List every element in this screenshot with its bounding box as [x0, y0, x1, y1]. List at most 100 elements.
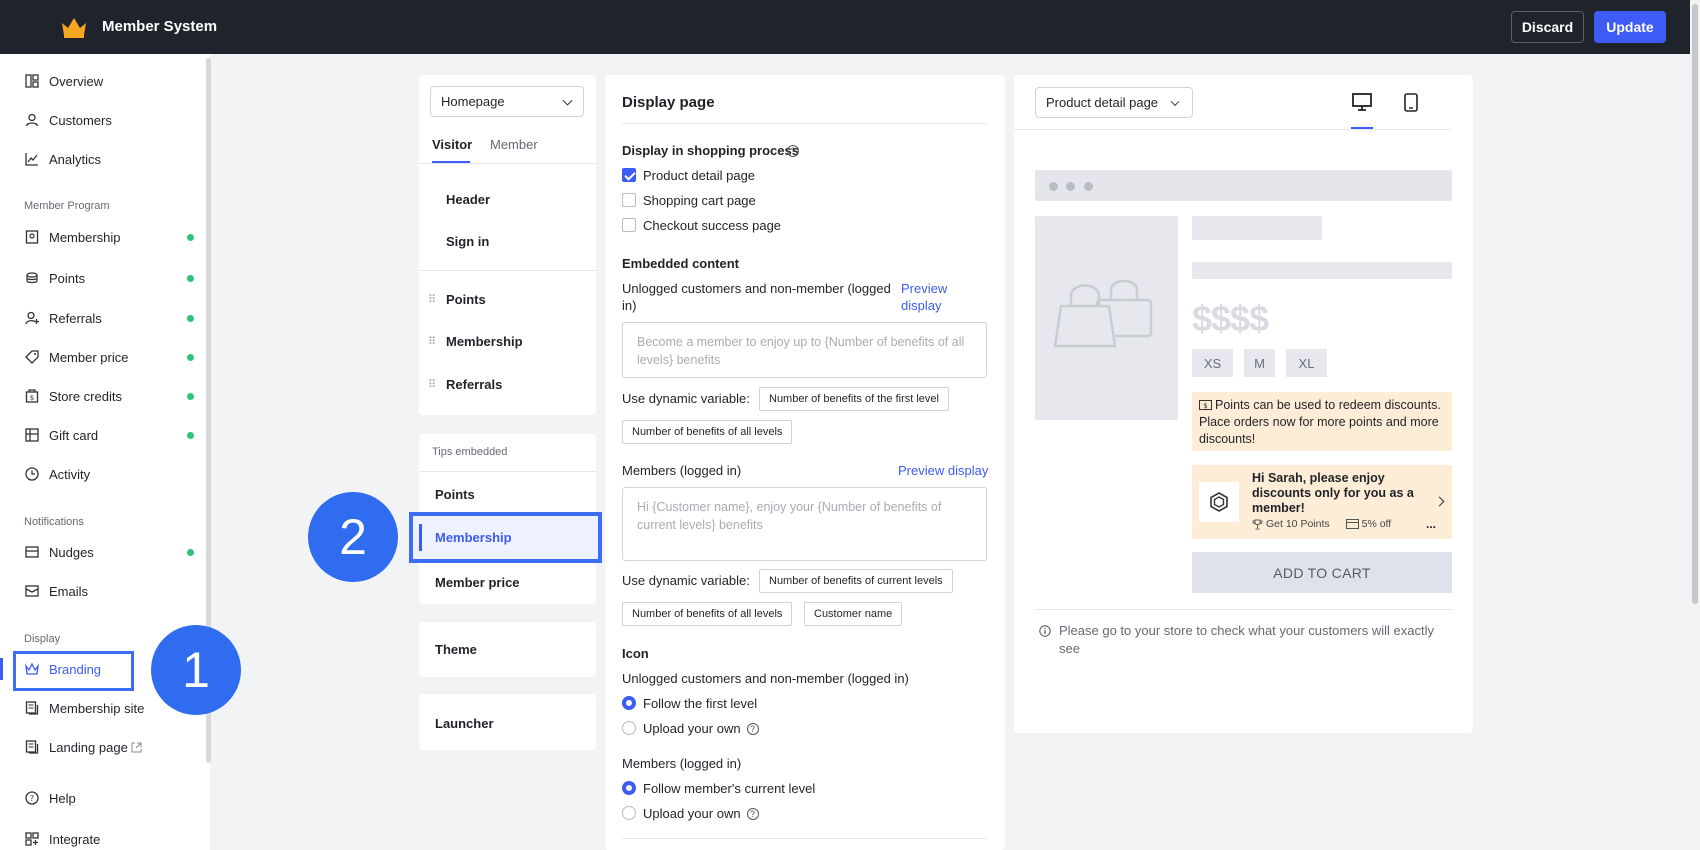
- sidebar-item-gift-card[interactable]: Gift card: [24, 424, 194, 446]
- unlogged-content-input[interactable]: Become a member to enjoy up to {Number o…: [622, 322, 987, 378]
- sidebar-section-display: Display: [24, 633, 61, 645]
- discard-button[interactable]: Discard: [1511, 11, 1584, 43]
- variable-chip-all-levels[interactable]: Number of benefits of all levels: [622, 420, 793, 444]
- section-item-points[interactable]: Points: [446, 292, 486, 307]
- points-tip-text: Points can be used to redeem discounts. …: [1199, 398, 1441, 446]
- size-option-xs[interactable]: XS: [1192, 349, 1233, 377]
- embedded-content-label: Embedded content: [622, 256, 740, 271]
- tab-visitor[interactable]: Visitor: [432, 137, 472, 152]
- membership-tip-banner[interactable]: Hi Sarah, please enjoy discounts only fo…: [1192, 465, 1452, 539]
- sidebar-item-help[interactable]: ? Help: [24, 787, 194, 809]
- launcher-panel[interactable]: Launcher: [419, 694, 596, 750]
- divider: [419, 163, 596, 164]
- sidebar-item-membership-site[interactable]: Membership site: [24, 697, 194, 719]
- crown-logo-icon: [62, 18, 86, 38]
- icon-label: Icon: [622, 646, 649, 661]
- mobile-icon[interactable]: [1404, 93, 1418, 112]
- page-select[interactable]: Homepage: [430, 86, 584, 117]
- nudge-icon: [24, 544, 40, 560]
- sidebar-item-analytics[interactable]: Analytics: [24, 148, 194, 170]
- browser-dot: [1049, 182, 1058, 191]
- launcher-label: Launcher: [435, 716, 494, 731]
- divider: [1014, 129, 1451, 130]
- sidebar-item-points[interactable]: Points: [24, 267, 194, 289]
- sidebar-item-membership[interactable]: Membership: [24, 226, 194, 248]
- unlogged-label-line1: Unlogged customers and non-member (logge…: [622, 281, 891, 296]
- divider: [622, 123, 987, 124]
- preview-page-select-value: Product detail page: [1046, 95, 1159, 110]
- status-dot: [187, 274, 194, 282]
- divider: [419, 270, 596, 271]
- drag-handle-icon[interactable]: ⠿: [428, 378, 436, 391]
- sidebar-item-emails[interactable]: Emails: [24, 580, 194, 602]
- sidebar-item-member-price[interactable]: Member price: [24, 346, 194, 368]
- discount-card-icon: [1345, 519, 1359, 529]
- upload-own-radio[interactable]: [622, 721, 636, 735]
- help-icon[interactable]: ?: [746, 723, 759, 735]
- preview-display-link-members[interactable]: Preview display: [898, 462, 988, 479]
- drag-handle-icon[interactable]: ⠿: [428, 293, 436, 306]
- product-image-placeholder: [1035, 216, 1178, 420]
- section-item-header[interactable]: Header: [446, 192, 490, 207]
- sidebar-item-activity[interactable]: Activity: [24, 463, 194, 485]
- product-detail-checkbox[interactable]: [622, 168, 636, 182]
- page-scrollbar-thumb[interactable]: [1692, 4, 1698, 604]
- preview-display-link-line2[interactable]: display: [901, 297, 941, 314]
- more-text: ...: [1426, 517, 1437, 531]
- preview-page-select[interactable]: Product detail page: [1035, 87, 1193, 118]
- sidebar-item-referrals[interactable]: Referrals: [24, 307, 194, 329]
- variable-chip-customer-name[interactable]: Customer name: [804, 602, 903, 626]
- follow-first-level-radio[interactable]: [622, 696, 636, 710]
- section-item-referrals[interactable]: Referrals: [446, 377, 502, 392]
- sidebar-item-overview[interactable]: Overview: [24, 70, 194, 92]
- follow-current-level-radio[interactable]: [622, 781, 636, 795]
- help-icon[interactable]: ?: [746, 808, 759, 820]
- integrate-icon: [24, 831, 40, 847]
- selected-indicator: [419, 524, 422, 551]
- upload-own-radio-members[interactable]: [622, 806, 636, 820]
- page-scrollbar[interactable]: [1690, 0, 1700, 850]
- tip-item-points[interactable]: Points: [435, 487, 475, 502]
- sidebar-item-integrate[interactable]: Integrate: [24, 828, 194, 850]
- sidebar-item-label: Membership site: [49, 700, 145, 716]
- browser-bar: [1035, 170, 1452, 201]
- add-to-cart-button[interactable]: ADD TO CART: [1192, 552, 1452, 593]
- sidebar-section-member-program: Member Program: [24, 200, 110, 212]
- section-item-membership[interactable]: Membership: [446, 334, 523, 349]
- variable-chip-first-level[interactable]: Number of benefits of the first level: [759, 387, 949, 411]
- members-content-input[interactable]: Hi {Customer name}, enjoy your {Number o…: [622, 487, 987, 561]
- checkout-success-label: Checkout success page: [643, 218, 782, 233]
- sidebar-item-store-credits[interactable]: $ Store credits: [24, 385, 194, 407]
- variable-chip-all-levels[interactable]: Number of benefits of all levels: [622, 602, 793, 626]
- theme-panel[interactable]: Theme: [419, 622, 596, 677]
- sidebar: [0, 54, 210, 850]
- desktop-icon[interactable]: [1352, 93, 1372, 111]
- section-item-sign-in[interactable]: Sign in: [446, 234, 489, 249]
- size-option-xl[interactable]: XL: [1286, 349, 1327, 377]
- divider: [622, 838, 987, 839]
- status-dot: [187, 548, 194, 556]
- update-button[interactable]: Update: [1594, 11, 1666, 43]
- variable-chip-current-levels[interactable]: Number of benefits of current levels: [759, 569, 953, 593]
- tab-member[interactable]: Member: [490, 137, 538, 152]
- shopping-cart-checkbox[interactable]: [622, 193, 636, 207]
- tip-item-label: Membership: [435, 530, 512, 545]
- tag-icon: [24, 349, 40, 365]
- member-tip-text: Hi Sarah, please enjoy discounts only fo…: [1252, 471, 1414, 515]
- status-dot: [187, 431, 194, 439]
- sidebar-item-label: Gift card: [49, 427, 99, 443]
- sidebar-item-customers[interactable]: Customers: [24, 109, 194, 131]
- follow-current-level-label: Follow member's current level: [643, 781, 816, 796]
- status-dot: [187, 314, 194, 322]
- preview-display-link[interactable]: Preview: [901, 280, 947, 297]
- shopping-bag-icon: [1053, 279, 1153, 348]
- checkout-success-checkbox[interactable]: [622, 218, 636, 232]
- size-option-m[interactable]: M: [1244, 349, 1275, 377]
- tip-item-member-price[interactable]: Member price: [435, 575, 520, 590]
- help-icon[interactable]: ?: [787, 145, 799, 157]
- drag-handle-icon[interactable]: ⠿: [428, 335, 436, 348]
- wallet-icon: $: [24, 388, 40, 404]
- tip-item-membership[interactable]: Membership: [409, 512, 602, 563]
- sidebar-item-landing-page[interactable]: Landing page: [24, 736, 194, 758]
- sidebar-item-nudges[interactable]: Nudges: [24, 541, 194, 563]
